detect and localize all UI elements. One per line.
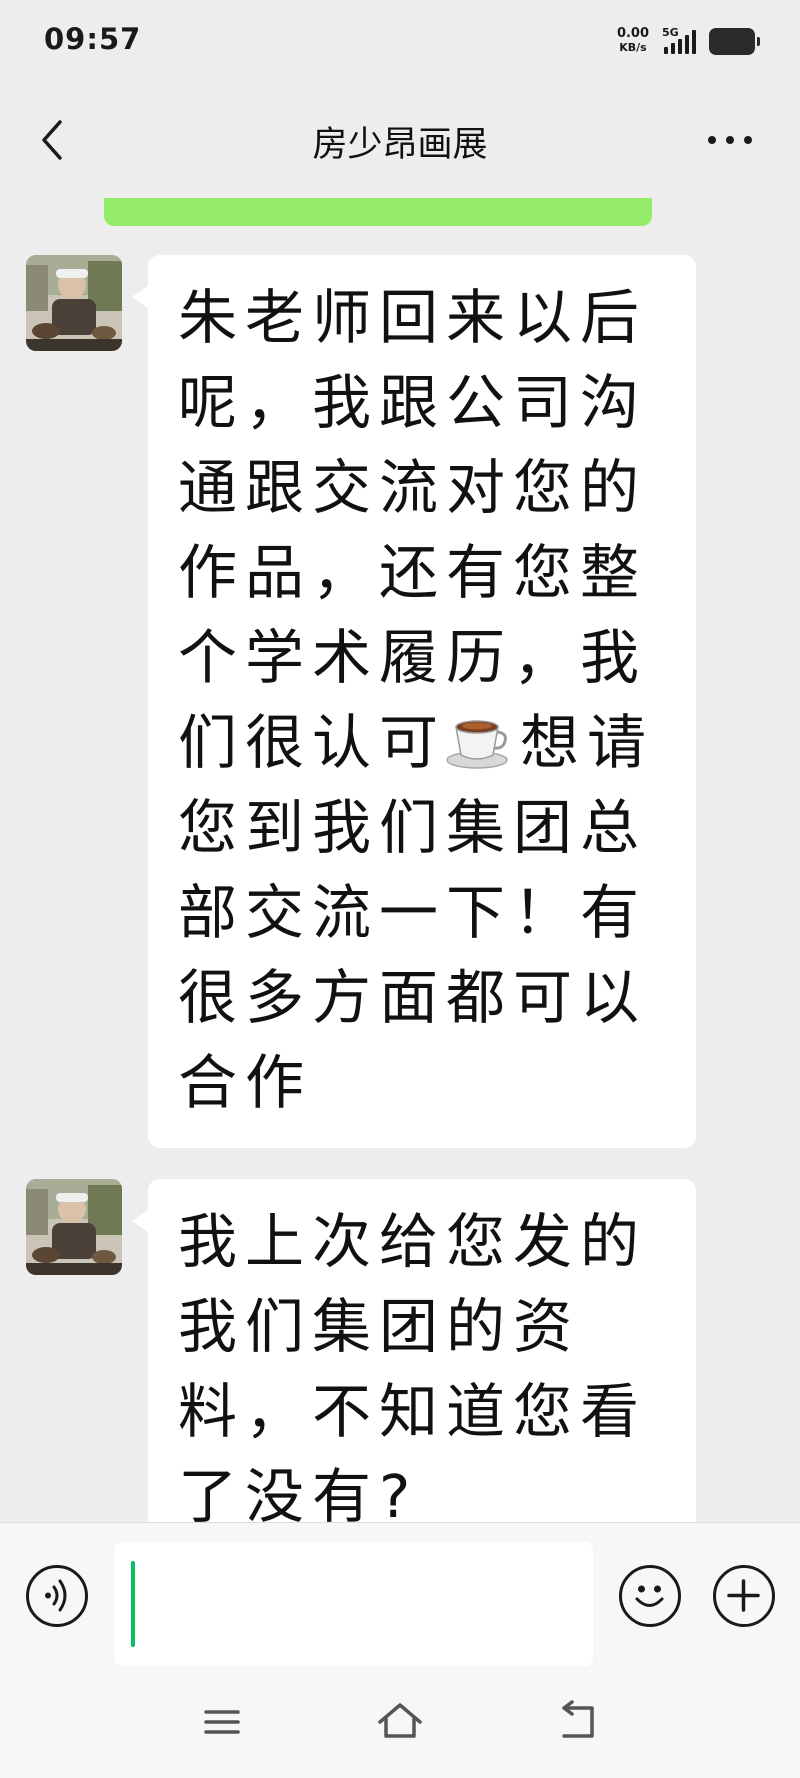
network-speed: 0.00 KB/s — [612, 27, 654, 55]
emoji-icon — [635, 1585, 664, 1607]
back-icon — [562, 1700, 594, 1738]
recent-apps-button[interactable] — [192, 1692, 252, 1752]
chat-message-list[interactable]: 朱老师回来以后呢，我跟公司沟通跟交流对您的作品，还有您整个学术履历，我们很认可 … — [0, 198, 800, 1522]
received-message-bubble[interactable]: 朱老师回来以后呢，我跟公司沟通跟交流对您的作品，还有您整个学术履历，我们很认可 … — [132, 255, 698, 1148]
message-text: 我上次给您发的我们集团的资料，不知道您看了没有? — [178, 1207, 648, 1522]
more-dots-icon — [708, 136, 752, 144]
text-caret — [131, 1561, 135, 1647]
coffee-cup-icon — [446, 720, 508, 769]
back-button[interactable] — [26, 112, 82, 168]
message-input[interactable] — [114, 1542, 593, 1666]
received-message-bubble[interactable]: 我上次给您发的我们集团的资料，不知道您看了没有? — [132, 1179, 696, 1522]
voice-button[interactable] — [26, 1565, 88, 1627]
voice-icon — [45, 1579, 67, 1612]
status-bar: 09:57 0.00 KB/s 5G — [0, 0, 800, 86]
emoji-button[interactable] — [619, 1565, 681, 1627]
avatar[interactable] — [26, 1179, 122, 1275]
avatar[interactable] — [26, 255, 122, 351]
plus-icon — [727, 1579, 760, 1612]
chat-title: 房少昂画展 — [312, 125, 488, 165]
battery-icon — [709, 28, 760, 55]
sent-message-bubble-partial[interactable] — [104, 198, 652, 226]
system-navigation-bar — [0, 1670, 800, 1778]
signal-icon: 5G — [662, 26, 704, 58]
status-time: 09:57 — [44, 22, 142, 56]
system-back-button[interactable] — [548, 1692, 608, 1752]
chat-input-bar — [0, 1522, 800, 1670]
chevron-left-icon — [42, 120, 62, 160]
menu-icon — [204, 1710, 240, 1734]
more-functions-button[interactable] — [713, 1565, 775, 1627]
home-icon — [378, 1703, 422, 1738]
message-text: 朱老师回来以后呢，我跟公司沟通跟交流对您的作品，还有您整个学术履历，我们很认可 … — [178, 275, 698, 1125]
chat-header: 房少昂画展 — [0, 86, 800, 198]
network-type: 5G — [662, 26, 679, 39]
message-text-part: 朱老师回来以后呢，我跟公司沟通跟交流对您的作品，还有您整个学术履历，我们很认可 — [178, 283, 648, 777]
home-button[interactable] — [370, 1692, 430, 1752]
network-speed-value: 0.00 — [616, 26, 650, 41]
network-speed-unit: KB/s — [619, 41, 647, 54]
more-button[interactable] — [702, 112, 758, 168]
